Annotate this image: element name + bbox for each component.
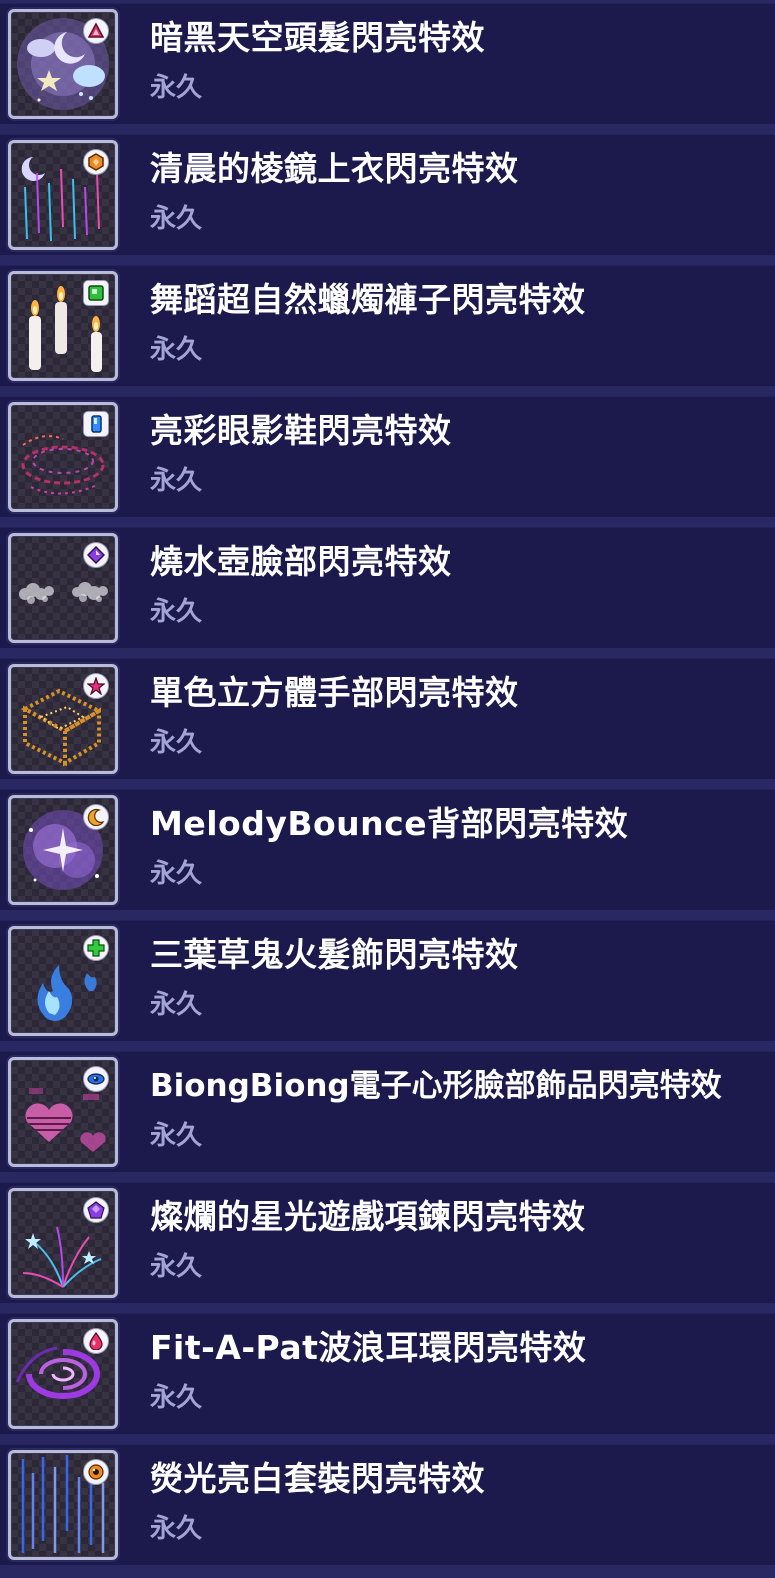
item-title: 單色立方體手部閃亮特效 xyxy=(150,673,519,712)
cube-hands-icon xyxy=(8,664,118,774)
eye-gem-icon xyxy=(83,1066,109,1092)
list-item[interactable]: 熒光亮白套裝閃亮特效 永久 xyxy=(0,1444,775,1565)
fluorescent-outfit-icon xyxy=(8,1450,118,1560)
item-duration: 永久 xyxy=(150,73,203,103)
item-title: BiongBiong電子心形臉部飾品閃亮特效 xyxy=(150,1068,722,1104)
clover-wisp-hair-accessory-icon xyxy=(8,926,118,1036)
item-duration: 永久 xyxy=(150,597,203,627)
candles-pants-icon xyxy=(8,271,118,381)
item-duration: 永久 xyxy=(150,859,203,889)
item-title: 熒光亮白套裝閃亮特效 xyxy=(150,1459,485,1498)
star-gem-icon xyxy=(83,673,109,699)
digital-heart-face-icon xyxy=(8,1057,118,1167)
list-item[interactable]: 燒水壺臉部閃亮特效 永久 xyxy=(0,527,775,648)
list-item[interactable]: 暗黑天空頭髮閃亮特效 永久 xyxy=(0,3,775,124)
item-title: 燒水壺臉部閃亮特效 xyxy=(150,542,452,581)
item-title: MelodyBounce背部閃亮特效 xyxy=(150,804,629,843)
item-title: 清晨的棱鏡上衣閃亮特效 xyxy=(150,149,519,188)
diamond-gem-icon xyxy=(83,542,109,568)
kettle-face-icon xyxy=(8,533,118,643)
item-title: 燦爛的星光遊戲項鍊閃亮特效 xyxy=(150,1197,586,1236)
list-item[interactable]: 舞蹈超自然蠟燭褲子閃亮特效 永久 xyxy=(0,265,775,386)
hexagon-gem-icon xyxy=(83,149,109,175)
eyeshadow-shoes-icon xyxy=(8,402,118,512)
item-duration: 永久 xyxy=(150,990,203,1020)
starlight-necklace-icon xyxy=(8,1188,118,1298)
list-item[interactable]: 燦爛的星光遊戲項鍊閃亮特效 永久 xyxy=(0,1182,775,1303)
item-title: 亮彩眼影鞋閃亮特效 xyxy=(150,411,452,450)
item-duration: 永久 xyxy=(150,1121,203,1151)
item-duration: 永久 xyxy=(150,1514,203,1544)
clover-gem-icon xyxy=(83,935,109,961)
item-title: 舞蹈超自然蠟燭褲子閃亮特效 xyxy=(150,280,586,319)
list-item[interactable]: 亮彩眼影鞋閃亮特效 永久 xyxy=(0,396,775,517)
item-duration: 永久 xyxy=(150,1252,203,1282)
droplet-gem-icon xyxy=(83,1328,109,1354)
item-title: 三葉草鬼火髮飾閃亮特效 xyxy=(150,935,519,974)
pentagon-gem-icon xyxy=(83,1197,109,1223)
item-list: 暗黑天空頭髮閃亮特效 永久 清晨的棱鏡上衣閃亮特效 永久 舞蹈超自然蠟燭褲子閃亮… xyxy=(0,0,775,1578)
square-gem-icon xyxy=(83,280,109,306)
crescent-moon-icon xyxy=(83,804,109,830)
melody-bounce-back-icon xyxy=(8,795,118,905)
item-duration: 永久 xyxy=(150,1383,203,1413)
orb-gem-icon xyxy=(83,1459,109,1485)
list-item[interactable]: BiongBiong電子心形臉部飾品閃亮特效 永久 xyxy=(0,1051,775,1172)
prism-top-icon xyxy=(8,140,118,250)
list-item[interactable]: MelodyBounce背部閃亮特效 永久 xyxy=(0,789,775,910)
item-title: Fit-A-Pat波浪耳環閃亮特效 xyxy=(150,1328,587,1367)
wave-earrings-icon xyxy=(8,1319,118,1429)
list-item[interactable]: Fit-A-Pat波浪耳環閃亮特效 永久 xyxy=(0,1313,775,1434)
list-item[interactable]: 三葉草鬼火髮飾閃亮特效 永久 xyxy=(0,920,775,1041)
rectangle-gem-icon xyxy=(83,411,109,437)
triangle-gem-icon xyxy=(83,18,109,44)
item-duration: 永久 xyxy=(150,728,203,758)
dark-sky-hair-icon xyxy=(8,9,118,119)
list-item[interactable]: 單色立方體手部閃亮特效 永久 xyxy=(0,658,775,779)
item-duration: 永久 xyxy=(150,204,203,234)
item-duration: 永久 xyxy=(150,466,203,496)
item-duration: 永久 xyxy=(150,335,203,365)
item-title: 暗黑天空頭髮閃亮特效 xyxy=(150,18,485,57)
list-item[interactable]: 清晨的棱鏡上衣閃亮特效 永久 xyxy=(0,134,775,255)
